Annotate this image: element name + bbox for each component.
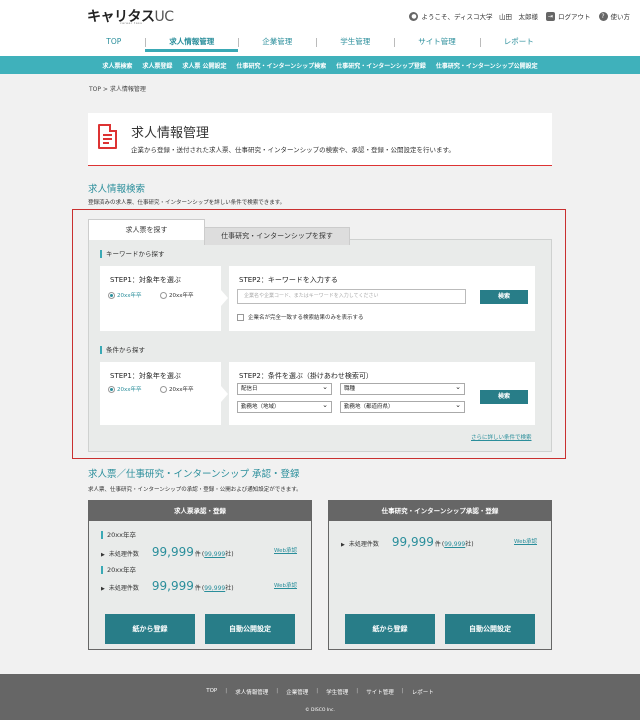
document-icon: [98, 124, 117, 149]
condition-step2-label: STEP2：条件を選ぶ（掛けあわせ検索可）: [239, 372, 373, 380]
user-greeting: ● ようこそ、ディスコ大学 山田 太郎様: [409, 11, 538, 21]
card1-pending-row-2: ▶ 未処理件数 99,999 件 ( 99,999 社): [101, 579, 234, 593]
subnav-intern-search[interactable]: 仕事研究・インターンシップ検索: [232, 61, 332, 70]
gnav-top[interactable]: TOP: [82, 34, 145, 52]
card1-year-2: 20xx年卒: [101, 566, 136, 574]
user-bar: ● ようこそ、ディスコ大学 山田 太郎様 ⇥ ログアウト ? 使い方: [401, 11, 630, 21]
search-section-desc: 登録済みの求人票、仕事研究・インターンシップを詳しい条件で検索できます。: [88, 200, 286, 206]
intern-approval-card-title: 仕事研究・インターンシップ承認・登録: [329, 501, 551, 521]
global-nav: TOP 求人情報管理 企業管理 学生管理 サイト管理 レポート: [0, 34, 640, 54]
help-link[interactable]: ? 使い方: [598, 11, 630, 21]
card2-pending-row: ▶ 未処理件数 99,999 件 ( 99,999 社): [341, 535, 474, 549]
keyword-step1-box: STEP1：対象年を選ぶ 20xx年卒 20xx年卒: [100, 266, 221, 331]
subnav-intern-publish[interactable]: 仕事研究・インターンシップ公開設定: [431, 61, 543, 70]
job-approval-card-title: 求人票承認・登録: [89, 501, 311, 521]
subnav-job-search[interactable]: 求人票検索: [97, 61, 137, 70]
logout-link[interactable]: ⇥ ログアウト: [546, 11, 591, 21]
page-title: 求人情報管理: [131, 126, 210, 141]
card1-year-1: 20xx年卒: [101, 531, 136, 539]
gnav-job-info[interactable]: 求人情報管理: [145, 34, 239, 52]
keyword-year-radio-2[interactable]: 20xx年卒: [160, 291, 194, 299]
select-delivery-date[interactable]: 配信日: [237, 382, 332, 395]
card2-auto-publish-button[interactable]: 自動公開設定: [445, 614, 535, 644]
approval-section-desc: 求人票、仕事研究・インターンシップの承認・登録・公開および通知設定ができます。: [88, 487, 302, 493]
sub-nav: 求人票検索 求人票登録 求人票 公開設定 仕事研究・インターンシップ検索 仕事研…: [0, 56, 640, 74]
gnav-student[interactable]: 学生管理: [316, 34, 394, 52]
advanced-search-link[interactable]: さらに詳しい条件で検索: [471, 433, 532, 441]
card1-auto-publish-button[interactable]: 自動公開設定: [205, 614, 295, 644]
footer-nav: TOP 求人情報管理 企業管理 学生管理 サイト管理 レポート: [0, 688, 640, 696]
condition-search-title: 条件から探す: [100, 346, 145, 354]
footer-link-company[interactable]: 企業管理: [276, 688, 317, 696]
gnav-site[interactable]: サイト管理: [394, 34, 480, 52]
job-approval-card: 求人票承認・登録 20xx年卒 ▶ 未処理件数 99,999 件 ( 99,99…: [88, 500, 312, 650]
search-section-title: 求人情報検索: [88, 184, 146, 195]
user-icon: ●: [409, 11, 419, 21]
radio-unchecked-icon: [160, 291, 167, 299]
triangle-icon: ▶: [101, 586, 105, 592]
page-header-box: 求人情報管理 企業から登録・送付された求人票、仕事研究・インターンシップの検索や…: [88, 113, 552, 166]
header: キャリタスUC career tasu ● ようこそ、ディスコ大学 山田 太郎様…: [0, 0, 640, 56]
copyright: © DISCO Inc.: [305, 708, 335, 713]
gnav-company[interactable]: 企業管理: [238, 34, 316, 52]
footer-link-site[interactable]: サイト管理: [356, 688, 403, 696]
radio-unchecked-icon: [160, 385, 167, 393]
keyword-search-title: キーワードから探す: [100, 250, 165, 258]
keyword-search-button[interactable]: 検索: [480, 290, 528, 304]
exact-match-checkbox[interactable]: 企業名が完全一致する検索結果のみを表示する: [237, 313, 364, 321]
gnav-report[interactable]: レポート: [479, 34, 558, 52]
card1-web-approve-link-2[interactable]: Web承認: [274, 581, 297, 589]
condition-search-button[interactable]: 検索: [480, 390, 528, 404]
subnav-job-register[interactable]: 求人票登録: [137, 61, 177, 70]
step-arrow-icon: [221, 386, 228, 402]
footer: TOP 求人情報管理 企業管理 学生管理 サイト管理 レポート © DISCO …: [0, 674, 640, 720]
tab-intern-search[interactable]: 仕事研究・インターンシップを探す: [204, 227, 350, 245]
select-job-type[interactable]: 職種: [340, 382, 465, 395]
card2-web-approve-link[interactable]: Web承認: [514, 537, 537, 545]
keyword-step2-box: STEP2：キーワードを入力する 企業名や企業コード、またはキーワードを入力して…: [229, 266, 535, 331]
condition-year-radio-2[interactable]: 20xx年卒: [160, 385, 194, 393]
card2-paper-register-button[interactable]: 紙から登録: [345, 614, 435, 644]
page-description: 企業から登録・送付された求人票、仕事研究・インターンシップの検索や、承認・登録・…: [131, 146, 455, 154]
footer-link-job-info[interactable]: 求人情報管理: [225, 688, 277, 696]
subnav-job-publish[interactable]: 求人票 公開設定: [177, 61, 231, 70]
footer-link-top[interactable]: TOP: [197, 688, 226, 696]
select-work-prefecture[interactable]: 勤務地（都道府県）: [340, 400, 465, 413]
card1-pending-row-1: ▶ 未処理件数 99,999 件 ( 99,999 社): [101, 545, 234, 559]
keyword-input[interactable]: 企業名や企業コード、またはキーワードを入力してください: [237, 289, 466, 304]
condition-step2-box: STEP2：条件を選ぶ（掛けあわせ検索可） 配信日 職種 勤務地（地域） 勤務地…: [229, 362, 535, 425]
tab-job-search[interactable]: 求人票を探す: [88, 219, 205, 240]
approval-section-title: 求人票／仕事研究・インターンシップ 承認・登録: [88, 469, 300, 480]
logo-subtitle: career tasu: [120, 21, 143, 25]
radio-checked-icon: [108, 291, 115, 299]
footer-link-report[interactable]: レポート: [402, 688, 443, 696]
keyword-step2-label: STEP2：キーワードを入力する: [239, 276, 338, 284]
keyword-year-radio-1[interactable]: 20xx年卒: [108, 291, 142, 299]
condition-year-radio-1[interactable]: 20xx年卒: [108, 385, 142, 393]
condition-step1-box: STEP1：対象年を選ぶ 20xx年卒 20xx年卒: [100, 362, 221, 425]
step-arrow-icon: [221, 290, 228, 306]
condition-step1-label: STEP1：対象年を選ぶ: [110, 372, 181, 380]
checkbox-icon: [237, 313, 244, 321]
help-icon: ?: [598, 11, 608, 21]
card1-paper-register-button[interactable]: 紙から登録: [105, 614, 195, 644]
triangle-icon: ▶: [341, 542, 345, 548]
breadcrumb: TOP > 求人情報管理: [89, 86, 146, 93]
triangle-icon: ▶: [101, 552, 105, 558]
intern-approval-card: 仕事研究・インターンシップ承認・登録 ▶ 未処理件数 99,999 件 ( 99…: [328, 500, 552, 650]
subnav-intern-register[interactable]: 仕事研究・インターンシップ登録: [331, 61, 431, 70]
logout-icon: ⇥: [546, 11, 555, 21]
radio-checked-icon: [108, 385, 115, 393]
keyword-step1-label: STEP1：対象年を選ぶ: [110, 276, 181, 284]
footer-link-student[interactable]: 学生管理: [316, 688, 357, 696]
select-work-region[interactable]: 勤務地（地域）: [237, 400, 332, 413]
card1-web-approve-link-1[interactable]: Web承認: [274, 546, 297, 554]
